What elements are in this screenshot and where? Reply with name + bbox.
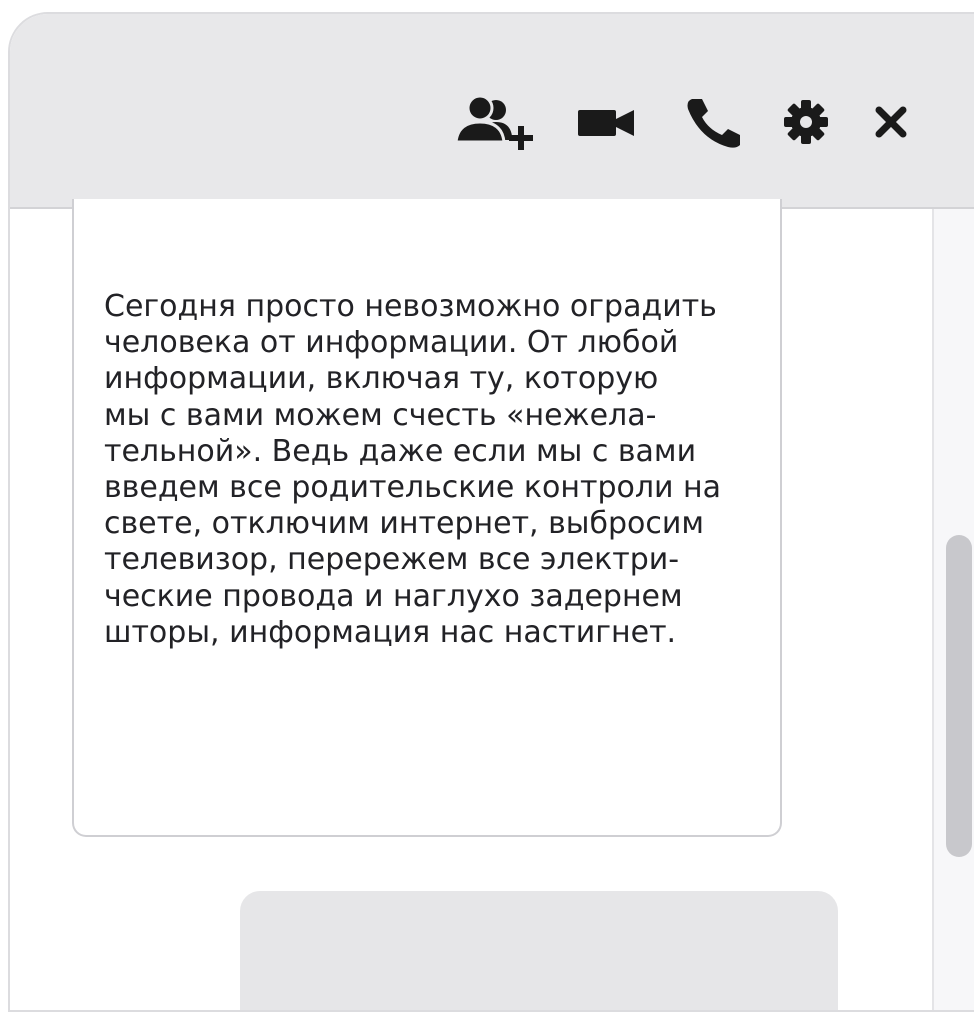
scrollbar-thumb[interactable] [946,535,972,857]
settings-button[interactable] [776,92,836,152]
close-button[interactable] [866,92,916,152]
add-user-button[interactable] [450,92,544,152]
gear-icon [784,100,828,144]
chat-header [10,14,974,209]
scrollbar-track[interactable] [932,209,974,1010]
message-bubble: Сегодня просто невозможно оградить челов… [72,199,782,837]
next-message-bubble [240,891,838,1010]
chat-window: Сегодня просто невозможно оградить челов… [8,12,974,1012]
phone-icon [687,99,740,148]
message-text: Сегодня просто невозможно оградить челов… [104,289,722,650]
close-icon [875,106,907,138]
message-list[interactable]: Сегодня просто невозможно оградить челов… [10,199,930,1010]
video-call-button[interactable] [572,92,642,152]
add-user-icon [454,94,533,150]
video-camera-icon [578,110,634,136]
phone-call-button[interactable] [680,92,750,152]
